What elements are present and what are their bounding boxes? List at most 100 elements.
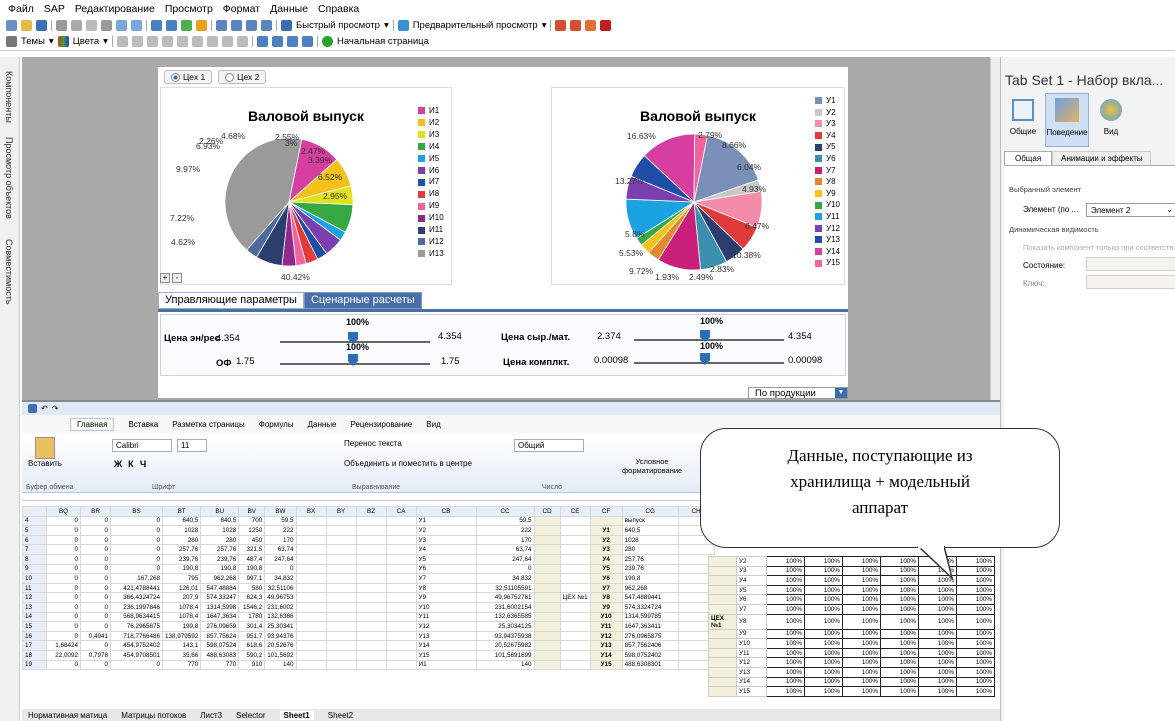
cell[interactable]: 1314,599785: [621, 611, 679, 623]
pct-cell[interactable]: 100%: [766, 565, 805, 577]
pct-cell[interactable]: 100%: [842, 613, 881, 630]
cut-icon[interactable]: [71, 19, 82, 31]
cell[interactable]: [355, 592, 387, 603]
pct-cell[interactable]: 100%: [918, 638, 957, 649]
cell[interactable]: 0: [46, 582, 81, 594]
print-icon[interactable]: [56, 19, 67, 31]
cell[interactable]: 132,6365585: [475, 611, 535, 623]
subtab-animation[interactable]: Анимации и эффекты: [1052, 151, 1152, 166]
cell[interactable]: 0: [46, 563, 81, 575]
paste-button[interactable]: Вставить: [28, 437, 62, 468]
column-header[interactable]: BU: [200, 506, 240, 517]
cell[interactable]: У3: [589, 544, 623, 555]
cell[interactable]: 20,52676: [264, 640, 297, 651]
row-header[interactable]: 9: [22, 563, 47, 575]
cell[interactable]: У9: [415, 592, 477, 603]
pct-cell[interactable]: 100%: [956, 647, 995, 659]
pct-cell[interactable]: 100%: [880, 657, 919, 668]
cell[interactable]: [559, 553, 591, 565]
cell[interactable]: У6: [415, 563, 477, 575]
cell[interactable]: 487,4: [238, 553, 266, 565]
cell[interactable]: [325, 534, 357, 546]
cell[interactable]: 0: [46, 553, 81, 565]
cell[interactable]: 568,9634415: [110, 611, 163, 623]
cell[interactable]: У6: [589, 573, 623, 584]
cell[interactable]: [559, 659, 591, 671]
cell[interactable]: 618,6: [238, 640, 266, 651]
pct-cell[interactable]: 100%: [842, 556, 881, 567]
cell[interactable]: 640,5: [161, 515, 202, 527]
cell[interactable]: 247,64: [475, 553, 535, 565]
cell[interactable]: [533, 534, 561, 546]
row-header[interactable]: 8: [22, 553, 47, 565]
cell[interactable]: 770: [161, 659, 202, 671]
cell[interactable]: 49,96753: [264, 592, 297, 603]
sheet-tab[interactable]: Sheet2: [328, 711, 353, 720]
pct-cell[interactable]: 100%: [956, 638, 995, 649]
cell[interactable]: [295, 592, 327, 603]
cell[interactable]: [295, 573, 327, 584]
cell[interactable]: [559, 630, 591, 642]
cell[interactable]: 280: [200, 534, 240, 546]
cell[interactable]: [325, 573, 357, 584]
cell[interactable]: 0: [264, 563, 297, 575]
cell[interactable]: [533, 601, 561, 613]
cell[interactable]: 32,51106: [264, 582, 297, 594]
cell[interactable]: У11: [736, 647, 767, 659]
canvas-scrollbar[interactable]: [990, 57, 1000, 400]
row-header[interactable]: 16: [22, 630, 47, 642]
pct-cell[interactable]: 100%: [766, 657, 805, 668]
cell[interactable]: [295, 563, 327, 575]
cell[interactable]: У1: [415, 515, 477, 527]
pie-chart-2[interactable]: Валовой выпуск У1 У2 У3 У4 У5 У6 У7 У8 У9 У10 У11 У…: [551, 87, 845, 285]
cell[interactable]: 93,94375938: [475, 630, 535, 642]
cell[interactable]: 0: [110, 515, 163, 527]
cell[interactable]: [559, 534, 591, 546]
cell[interactable]: 34,832: [475, 573, 535, 584]
cell[interactable]: У13: [589, 640, 623, 651]
cell[interactable]: 0: [46, 525, 81, 536]
cell[interactable]: [355, 534, 387, 546]
column-header[interactable]: BW: [264, 506, 297, 517]
cell[interactable]: [355, 573, 387, 584]
cell[interactable]: 0: [110, 659, 163, 671]
redo-icon[interactable]: ↷: [52, 404, 59, 413]
cell[interactable]: [533, 553, 561, 565]
undo-icon[interactable]: [116, 19, 127, 31]
cell[interactable]: ЦЕХ №1: [559, 592, 591, 603]
cell[interactable]: [295, 649, 327, 661]
pct-cell[interactable]: 100%: [842, 594, 881, 605]
open-icon[interactable]: [21, 19, 32, 31]
cell[interactable]: [533, 544, 561, 555]
cell[interactable]: 0: [46, 573, 81, 584]
cell[interactable]: 138,979592: [161, 630, 202, 642]
excel-tab[interactable]: Вставка: [128, 420, 158, 429]
cell[interactable]: [677, 544, 715, 555]
pct-cell[interactable]: 100%: [766, 603, 805, 615]
save-icon[interactable]: [28, 404, 37, 413]
pct-cell[interactable]: 100%: [880, 628, 919, 640]
chevron-down-icon[interactable]: ▾: [49, 36, 54, 47]
tab-behavior[interactable]: Поведение: [1045, 93, 1089, 147]
cell[interactable]: 49,96752761: [475, 592, 535, 603]
column-header[interactable]: BS: [110, 506, 163, 517]
cell[interactable]: [589, 515, 623, 527]
cell[interactable]: 1078,4: [161, 611, 202, 623]
pct-cell[interactable]: 100%: [766, 594, 805, 605]
cell[interactable]: 0: [80, 534, 111, 546]
cell[interactable]: [385, 592, 417, 603]
cell[interactable]: У11: [589, 621, 623, 632]
cell[interactable]: 997,1: [238, 573, 266, 584]
pct-cell[interactable]: 100%: [842, 666, 881, 678]
same-width-icon[interactable]: [221, 36, 233, 47]
pct-cell[interactable]: 100%: [918, 628, 957, 640]
key-input[interactable]: [1086, 275, 1175, 289]
font-size-select[interactable]: 11: [177, 439, 207, 452]
cell[interactable]: [295, 659, 327, 671]
cell[interactable]: [559, 544, 591, 555]
slider-4-track[interactable]: [634, 362, 784, 364]
column-header[interactable]: CG: [621, 506, 679, 517]
cell[interactable]: 0: [80, 621, 111, 632]
pct-cell[interactable]: 100%: [842, 565, 881, 577]
cell[interactable]: [295, 534, 327, 546]
